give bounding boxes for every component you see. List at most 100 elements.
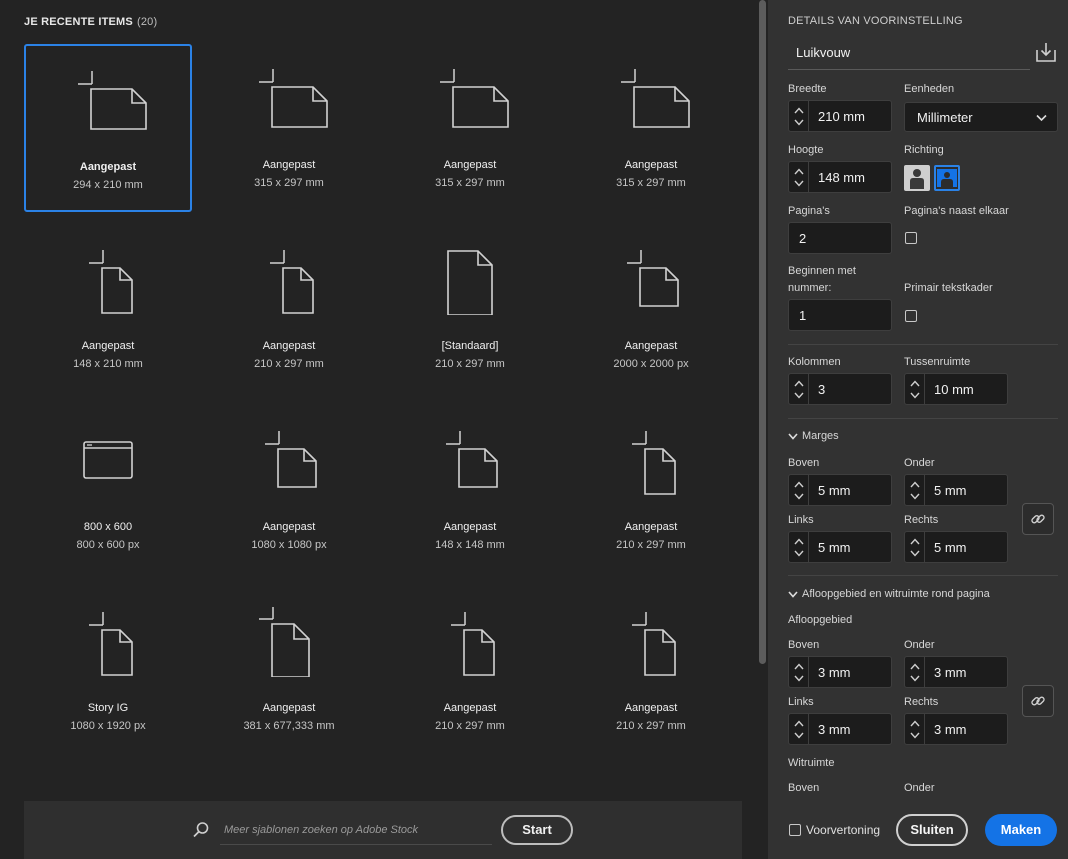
margin-top-stepper[interactable]: 5 mm [788,474,892,506]
bleed-top-value: 3 mm [818,665,851,680]
close-button[interactable]: Sluiten [896,814,968,846]
margin-bottom-label: Onder [904,457,935,469]
start-number-field[interactable]: 1 [788,299,892,331]
recent-item-tile[interactable]: Aangepast 381 x 677,333 mm [205,587,373,755]
stepper-up-icon[interactable] [794,720,804,727]
bleed-left-stepper[interactable]: 3 mm [788,713,892,745]
recent-item-name: Aangepast [624,702,678,714]
stepper-down-icon[interactable] [794,119,804,126]
margin-top-stepper-arrows[interactable] [789,475,809,505]
bleed-bottom-stepper[interactable]: 3 mm [904,656,1008,688]
stepper-up-icon[interactable] [794,107,804,114]
recent-item-tile[interactable]: 800 x 600 800 x 600 px [24,406,192,574]
stepper-up-icon[interactable] [794,168,804,175]
primary-frame-label: Primair tekstkader [904,282,993,294]
portrait-icon [910,169,924,189]
stepper-down-icon[interactable] [910,675,920,682]
height-stepper[interactable]: 148 mm [788,161,892,193]
recent-item-tile[interactable]: Aangepast 315 x 297 mm [386,44,554,212]
bleed-bottom-value: 3 mm [934,665,967,680]
margins-section-toggle[interactable]: Marges [788,430,839,442]
preset-name-field[interactable]: Luikvouw [788,40,1030,70]
save-preset-icon[interactable] [1035,41,1057,68]
recent-item-tile[interactable]: Aangepast 315 x 297 mm [205,44,373,212]
gutter-stepper[interactable]: 10 mm [904,373,1008,405]
recent-item-tile[interactable]: Aangepast 1080 x 1080 px [205,406,373,574]
recent-item-tile[interactable]: [Standaard] 210 x 297 mm [386,225,554,393]
stepper-up-icon[interactable] [794,380,804,387]
recent-item-tile[interactable]: Aangepast 210 x 297 mm [386,587,554,755]
width-stepper[interactable]: 210 mm [788,100,892,132]
scrollbar-thumb[interactable] [759,0,766,664]
landscape-orientation-button[interactable] [934,165,960,191]
stepper-down-icon[interactable] [910,732,920,739]
columns-value: 3 [818,382,826,397]
bleed-section-toggle[interactable]: Afloopgebied en witruimte rond pagina [788,588,990,600]
link-bleed-button[interactable] [1022,685,1054,717]
recent-item-tile[interactable]: Story IG 1080 x 1920 px [24,587,192,755]
stepper-up-icon[interactable] [910,663,920,670]
primary-frame-checkbox[interactable] [905,310,917,322]
bleed-top-stepper[interactable]: 3 mm [788,656,892,688]
bleed-bottom-stepper-arrows[interactable] [905,657,925,687]
recent-item-tile[interactable]: Aangepast 210 x 297 mm [567,406,735,574]
margin-bottom-stepper[interactable]: 5 mm [904,474,1008,506]
units-label: Eenheden [904,83,955,95]
margin-left-stepper[interactable]: 5 mm [788,531,892,563]
width-stepper-arrows[interactable] [789,101,809,131]
stepper-up-icon[interactable] [910,538,920,545]
stepper-down-icon[interactable] [794,675,804,682]
stepper-up-icon[interactable] [910,380,920,387]
stock-search-bar: Start [24,801,742,859]
units-select[interactable]: Millimeter [904,102,1058,132]
recent-item-tile[interactable]: Aangepast 2000 x 2000 px [567,225,735,393]
stepper-down-icon[interactable] [794,732,804,739]
width-label: Breedte [788,83,827,95]
stock-search-input[interactable] [220,815,492,845]
portrait-orientation-button[interactable] [904,165,930,191]
gutter-stepper-arrows[interactable] [905,374,925,404]
margin-top-label: Boven [788,457,820,469]
columns-stepper-arrows[interactable] [789,374,809,404]
margin-right-stepper-arrows[interactable] [905,532,925,562]
stepper-up-icon[interactable] [910,481,920,488]
margin-right-stepper[interactable]: 5 mm [904,531,1008,563]
height-stepper-arrows[interactable] [789,162,809,192]
stepper-down-icon[interactable] [794,550,804,557]
recent-item-name: Aangepast [443,159,497,171]
bleed-right-stepper[interactable]: 3 mm [904,713,1008,745]
stepper-up-icon[interactable] [794,538,804,545]
facing-pages-checkbox[interactable] [905,232,917,244]
stepper-up-icon[interactable] [794,663,804,670]
pages-field[interactable]: 2 [788,222,892,254]
margin-right-value: 5 mm [934,540,967,555]
stepper-down-icon[interactable] [910,392,920,399]
stepper-up-icon[interactable] [794,481,804,488]
height-label: Hoogte [788,144,824,156]
bleed-left-stepper-arrows[interactable] [789,714,809,744]
recent-item-name: Aangepast [262,159,316,171]
link-margins-button[interactable] [1022,503,1054,535]
stepper-down-icon[interactable] [794,180,804,187]
stepper-down-icon[interactable] [794,392,804,399]
recent-item-tile[interactable]: Aangepast 315 x 297 mm [567,44,735,212]
recent-item-tile[interactable]: Aangepast 148 x 210 mm [24,225,192,393]
margin-left-stepper-arrows[interactable] [789,532,809,562]
bleed-top-stepper-arrows[interactable] [789,657,809,687]
start-button[interactable]: Start [501,815,573,845]
stepper-down-icon[interactable] [910,493,920,500]
stepper-down-icon[interactable] [910,550,920,557]
create-button[interactable]: Maken [985,814,1057,846]
recent-item-tile[interactable]: Aangepast 294 x 210 mm [24,44,192,212]
bleed-right-stepper-arrows[interactable] [905,714,925,744]
stepper-up-icon[interactable] [910,720,920,727]
preview-checkbox[interactable] [789,824,801,836]
recent-item-tile[interactable]: Aangepast 210 x 297 mm [205,225,373,393]
columns-stepper[interactable]: 3 [788,373,892,405]
recent-item-tile[interactable]: Aangepast 210 x 297 mm [567,587,735,755]
margin-bottom-stepper-arrows[interactable] [905,475,925,505]
recent-item-tile[interactable]: Aangepast 148 x 148 mm [386,406,554,574]
stepper-down-icon[interactable] [794,493,804,500]
recent-items-count: (20) [136,16,158,28]
bleed-right-value: 3 mm [934,722,967,737]
